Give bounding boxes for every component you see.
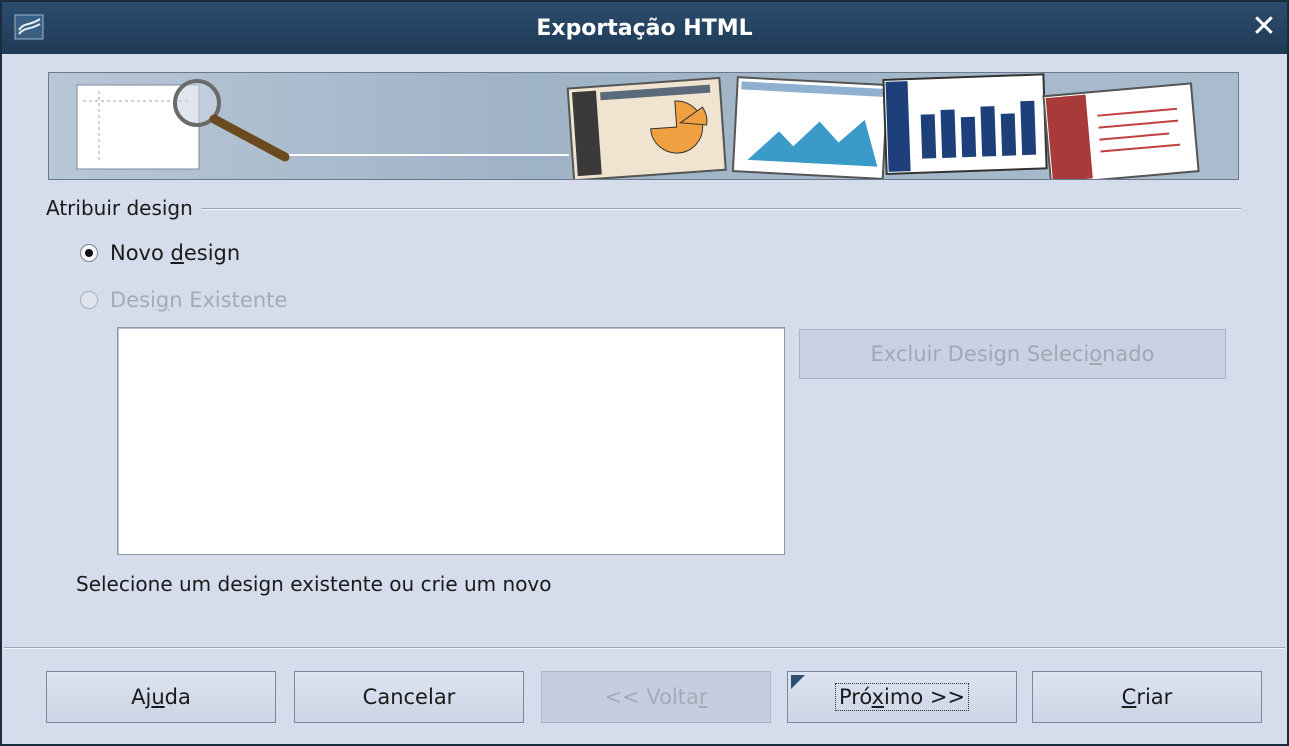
banner-illustration (76, 73, 1200, 179)
radio-new-design[interactable]: Novo design (80, 238, 240, 268)
radio-new-design-label: Novo design (110, 241, 241, 265)
group-label-assign-design: Atribuir design (46, 196, 201, 220)
wizard-banner-image (48, 72, 1239, 180)
hint-text: Selecione um design existente ou crie um… (76, 572, 552, 596)
cancel-button[interactable]: Cancelar (294, 671, 524, 723)
back-button[interactable]: << Voltar (541, 671, 771, 723)
button-separator (4, 647, 1285, 649)
create-button[interactable]: Criar (1032, 671, 1262, 723)
title-bar: Exportação HTML ✕ (2, 2, 1287, 54)
existing-designs-list[interactable] (117, 327, 785, 555)
window-title: Exportação HTML (536, 16, 753, 41)
html-export-dialog: Exportação HTML ✕ Atribuir design Novo d… (0, 0, 1289, 746)
radio-existing-design-label: Design Existente (110, 288, 288, 312)
close-icon[interactable]: ✕ (1249, 12, 1279, 42)
group-divider (46, 208, 1241, 210)
radio-existing-design[interactable]: Design Existente (80, 285, 287, 315)
radio-button-unchecked-icon[interactable] (80, 291, 98, 309)
default-button-indicator-icon (791, 675, 805, 689)
delete-selected-design-button[interactable]: Excluir Design Seleci o nado (799, 329, 1226, 379)
next-button[interactable]: Próximo >> (787, 671, 1017, 723)
radio-button-checked-icon[interactable] (80, 244, 98, 262)
help-button[interactable]: Ajuda (46, 671, 276, 723)
